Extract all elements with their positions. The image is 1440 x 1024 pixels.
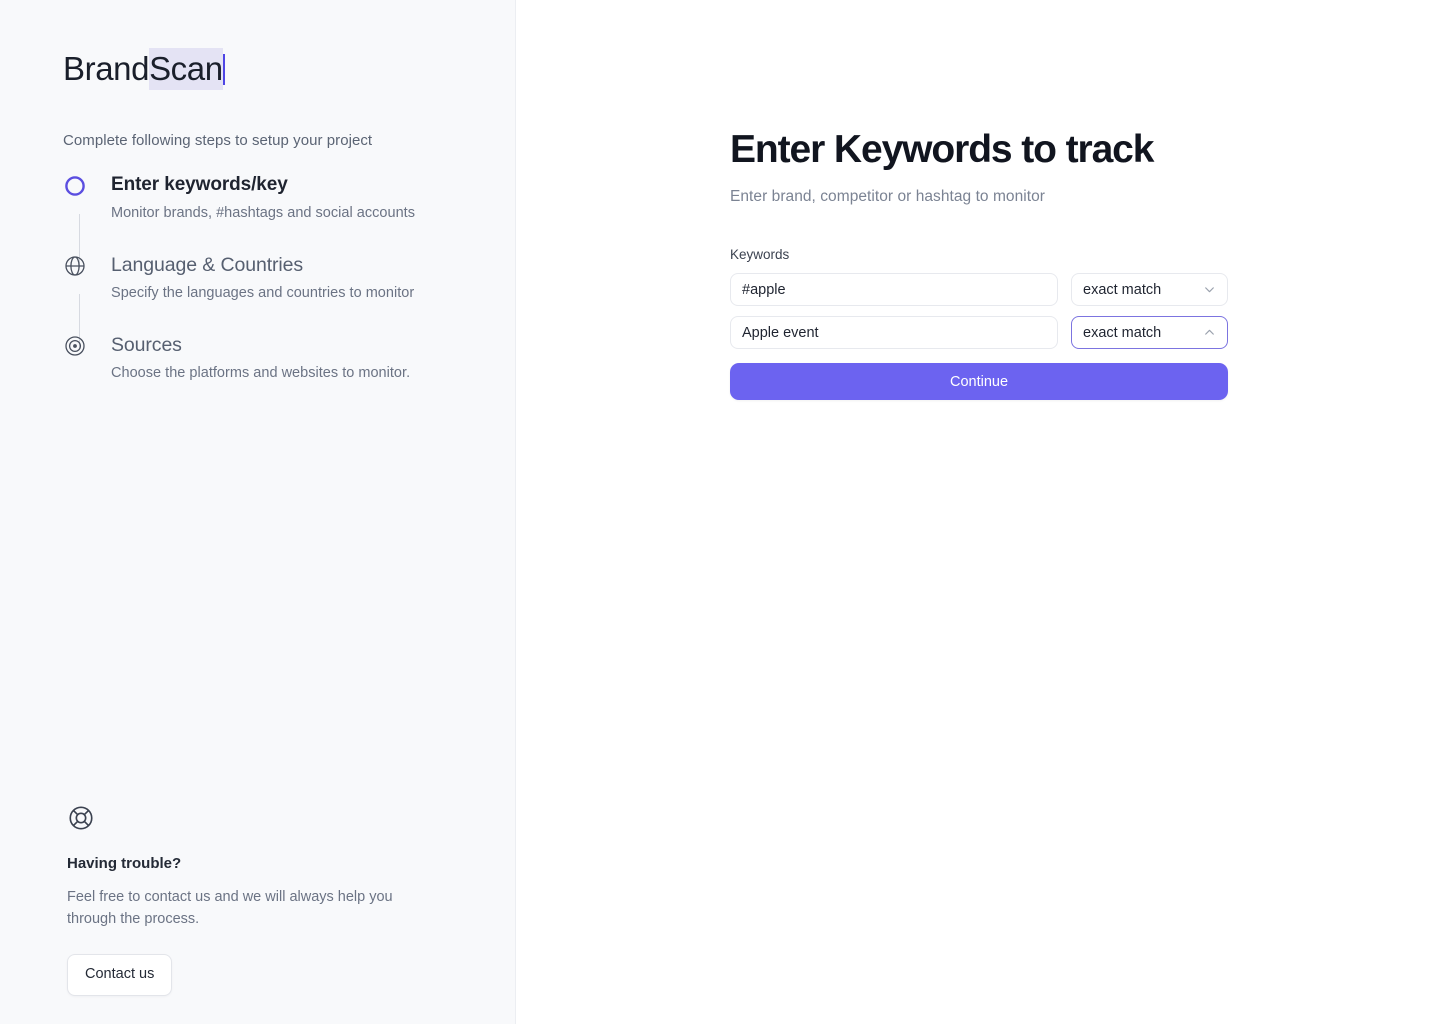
step-description: Specify the languages and countries to m… bbox=[111, 285, 415, 301]
logo-prefix: Brand bbox=[63, 50, 150, 87]
logo-selected-text: Scan bbox=[149, 48, 223, 90]
keyword-row-2: exact match bbox=[730, 316, 1228, 349]
keyword-row-1: exact match bbox=[730, 273, 1228, 306]
match-type-value: exact match bbox=[1083, 281, 1162, 298]
step-marker-1 bbox=[63, 172, 97, 268]
app-logo: BrandScan bbox=[63, 48, 225, 90]
step-body-1: Enter keywords/key Monitor brands, #hash… bbox=[97, 172, 415, 224]
text-caret bbox=[222, 54, 225, 85]
match-type-select-1[interactable]: exact match bbox=[1071, 273, 1228, 306]
sidebar: BrandScan Complete following steps to se… bbox=[0, 0, 516, 1024]
page-subtitle: Enter brand, competitor or hashtag to mo… bbox=[730, 188, 1045, 205]
main-content: Enter Keywords to track Enter brand, com… bbox=[516, 0, 1440, 1024]
step-body-2: Language & Countries Specify the languag… bbox=[97, 252, 414, 304]
keywords-form: Keywords exact match exact match bbox=[730, 246, 1228, 400]
keyword-input-2[interactable] bbox=[730, 316, 1058, 349]
lifebuoy-icon bbox=[69, 806, 93, 830]
page-title: Enter Keywords to track bbox=[730, 128, 1154, 171]
step-description: Monitor brands, #hashtags and social acc… bbox=[111, 205, 415, 221]
target-icon bbox=[65, 336, 85, 356]
step-marker-3 bbox=[63, 332, 97, 358]
step-title: Language & Countries bbox=[111, 254, 304, 276]
step-body-3: Sources Choose the platforms and website… bbox=[97, 332, 410, 384]
help-text: Feel free to contact us and we will alwa… bbox=[67, 889, 393, 927]
help-block: Having trouble? Feel free to contact us … bbox=[67, 804, 407, 996]
chevron-down-icon bbox=[1205, 287, 1214, 293]
step-title: Sources bbox=[111, 334, 182, 356]
help-title: Having trouble? bbox=[67, 855, 182, 872]
app-root: BrandScan Complete following steps to se… bbox=[0, 0, 1440, 1024]
chevron-up-icon bbox=[1205, 329, 1214, 335]
match-type-select-2[interactable]: exact match bbox=[1071, 316, 1228, 349]
match-type-value: exact match bbox=[1083, 324, 1162, 341]
sidebar-step-enter-keywords[interactable]: Enter keywords/key Monitor brands, #hash… bbox=[63, 172, 483, 268]
sidebar-subtitle: Complete following steps to setup your p… bbox=[63, 132, 373, 149]
step-title: Enter keywords/key bbox=[111, 174, 288, 195]
sidebar-step-sources[interactable]: Sources Choose the platforms and website… bbox=[63, 332, 483, 384]
globe-icon bbox=[65, 256, 85, 276]
setup-steps-list: Enter keywords/key Monitor brands, #hash… bbox=[63, 172, 483, 384]
keywords-field-label: Keywords bbox=[730, 247, 790, 262]
circle-icon bbox=[65, 176, 85, 196]
contact-us-button[interactable]: Contact us bbox=[67, 954, 173, 996]
continue-button[interactable]: Continue bbox=[730, 363, 1228, 400]
sidebar-step-language-countries[interactable]: Language & Countries Specify the languag… bbox=[63, 252, 483, 348]
keyword-input-1[interactable] bbox=[730, 273, 1058, 306]
step-marker-2 bbox=[63, 252, 97, 348]
step-description: Choose the platforms and websites to mon… bbox=[111, 365, 411, 381]
